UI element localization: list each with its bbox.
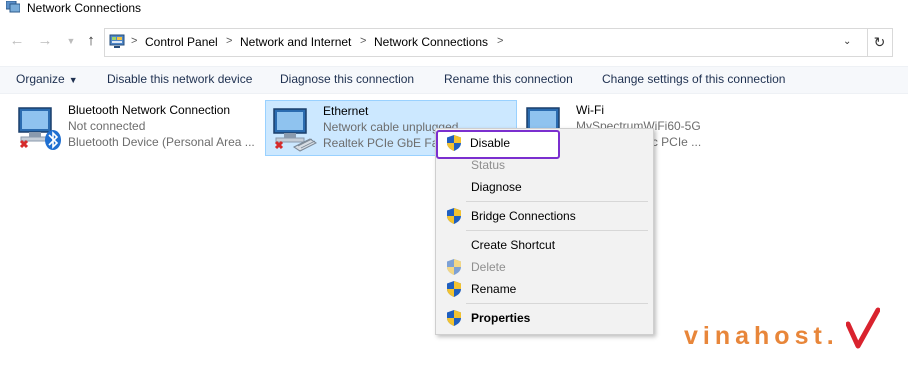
menu-item-delete: Delete [437,257,652,277]
menu-item-label: Delete [471,260,506,274]
uac-shield-icon [447,208,461,224]
control-panel-icon [109,34,125,48]
menu-separator [466,303,648,304]
address-dropdown-chevron-icon[interactable]: ⌄ [843,36,851,47]
menu-item-label: Bridge Connections [471,209,576,223]
menu-item-label: Status [471,158,506,172]
command-bar: Organize ▼ Disable this network device Di… [0,66,908,94]
breadcrumb-separator-icon[interactable]: > [360,35,366,47]
network-connections-icon [6,1,20,13]
uac-shield-icon [447,259,461,275]
connection-name: Bluetooth Network Connection [68,103,231,117]
uac-shield-icon [447,135,461,151]
menu-item-label: Create Shortcut [471,238,556,252]
menu-item-label: Rename [471,282,517,296]
vinahost-watermark: vinahost. [684,322,839,350]
dropdown-caret-icon: ▼ [68,75,78,85]
menu-item-bridge-connections[interactable]: Bridge Connections [437,206,652,226]
context-menu: Disable Status Diagnose Bridge Connectio… [435,128,654,335]
disable-highlight-box[interactable]: Disable [436,130,560,159]
menu-item-properties[interactable]: Properties [437,308,652,328]
breadcrumb-control-panel[interactable]: Control Panel [145,35,218,49]
connection-name: Wi-Fi [576,103,604,117]
refresh-icon[interactable]: ↻ [867,28,893,57]
connection-item-bluetooth[interactable]: Bluetooth Network Connection Not connect… [11,100,261,154]
uac-shield-icon [447,310,461,326]
connection-status: Not connected [68,119,146,133]
connection-device: Bluetooth Device (Personal Area ... [68,135,255,149]
breadcrumb-separator-icon[interactable]: > [226,35,232,47]
organize-label: Organize [16,72,65,86]
change-settings-button[interactable]: Change settings of this connection [602,72,785,86]
menu-item-rename[interactable]: Rename [437,279,652,299]
forward-arrow-icon[interactable]: → [36,32,54,50]
menu-item-label: Properties [471,311,531,325]
bluetooth-network-icon [18,107,61,150]
address-row: ← → ▼ ↑ > Control Panel > Network and In… [0,24,908,60]
breadcrumb-separator-icon: > [131,35,138,47]
menu-item-label: Diagnose [471,180,522,194]
breadcrumb-network-connections[interactable]: Network Connections [374,35,488,49]
menu-item-diagnose[interactable]: Diagnose [437,177,652,197]
address-bar[interactable]: > Control Panel > Network and Internet >… [104,28,868,57]
up-arrow-icon[interactable]: ↑ [82,32,100,50]
vinahost-check-mark-icon [846,307,880,349]
diagnose-connection-button[interactable]: Diagnose this connection [280,72,414,86]
organize-menu-button[interactable]: Organize ▼ [16,72,78,86]
connection-name: Ethernet [323,104,369,118]
window-title: Network Connections [27,1,142,15]
recent-locations-chevron-icon[interactable]: ▼ [62,32,80,50]
disable-highlight-label: Disable [470,136,511,150]
disable-device-button[interactable]: Disable this network device [107,72,252,86]
breadcrumb-separator-icon[interactable]: > [497,35,503,47]
menu-separator [466,201,648,202]
title-bar: Network Connections [0,0,908,18]
connection-device: Realtek PCIe GbE Fam [323,136,449,150]
uac-shield-icon [447,281,461,297]
breadcrumb-network-and-internet[interactable]: Network and Internet [240,35,351,49]
back-arrow-icon[interactable]: ← [8,32,26,50]
menu-item-create-shortcut[interactable]: Create Shortcut [437,235,652,255]
menu-separator [466,230,648,231]
rename-connection-button[interactable]: Rename this connection [444,72,573,86]
ethernet-network-icon [273,108,317,152]
